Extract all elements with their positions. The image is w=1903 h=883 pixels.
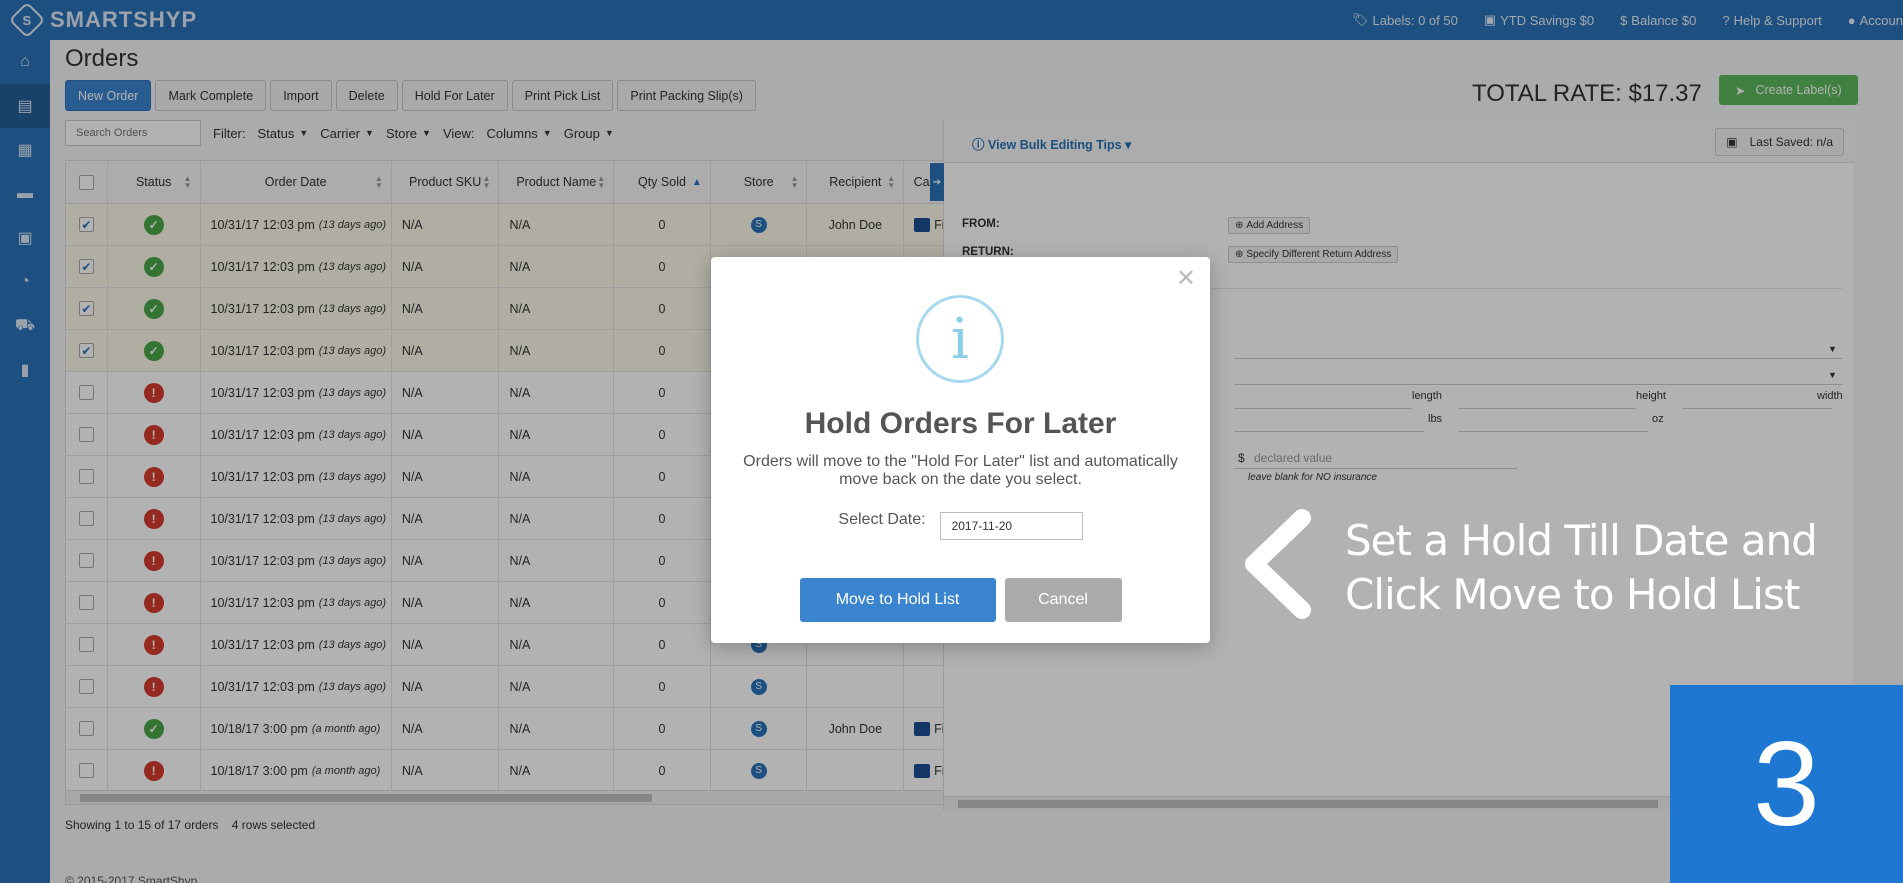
- cancel-button[interactable]: Cancel: [1004, 578, 1122, 622]
- hold-orders-modal: ✕ i Hold Orders For Later Orders will mo…: [711, 257, 1210, 643]
- move-to-hold-list-button[interactable]: Move to Hold List: [799, 578, 996, 622]
- callout-text: Set a Hold Till Date and Click Move to H…: [1345, 514, 1818, 622]
- chevron-left-icon: [1245, 509, 1311, 619]
- callout-line-2: Click Move to Hold List: [1345, 570, 1800, 619]
- modal-buttons: Move to Hold List Cancel: [711, 578, 1210, 622]
- close-icon[interactable]: ✕: [1176, 267, 1196, 291]
- step-number-badge: 3: [1670, 685, 1903, 883]
- info-icon: i: [916, 295, 1004, 383]
- modal-description: Orders will move to the "Hold For Later"…: [743, 453, 1178, 488]
- date-row: Select Date: 2017-11-20: [711, 506, 1210, 540]
- hold-date-input[interactable]: 2017-11-20: [939, 512, 1083, 540]
- callout-line-1: Set a Hold Till Date and: [1345, 516, 1818, 565]
- select-date-label: Select Date:: [838, 511, 926, 528]
- modal-title: Hold Orders For Later: [804, 407, 1117, 440]
